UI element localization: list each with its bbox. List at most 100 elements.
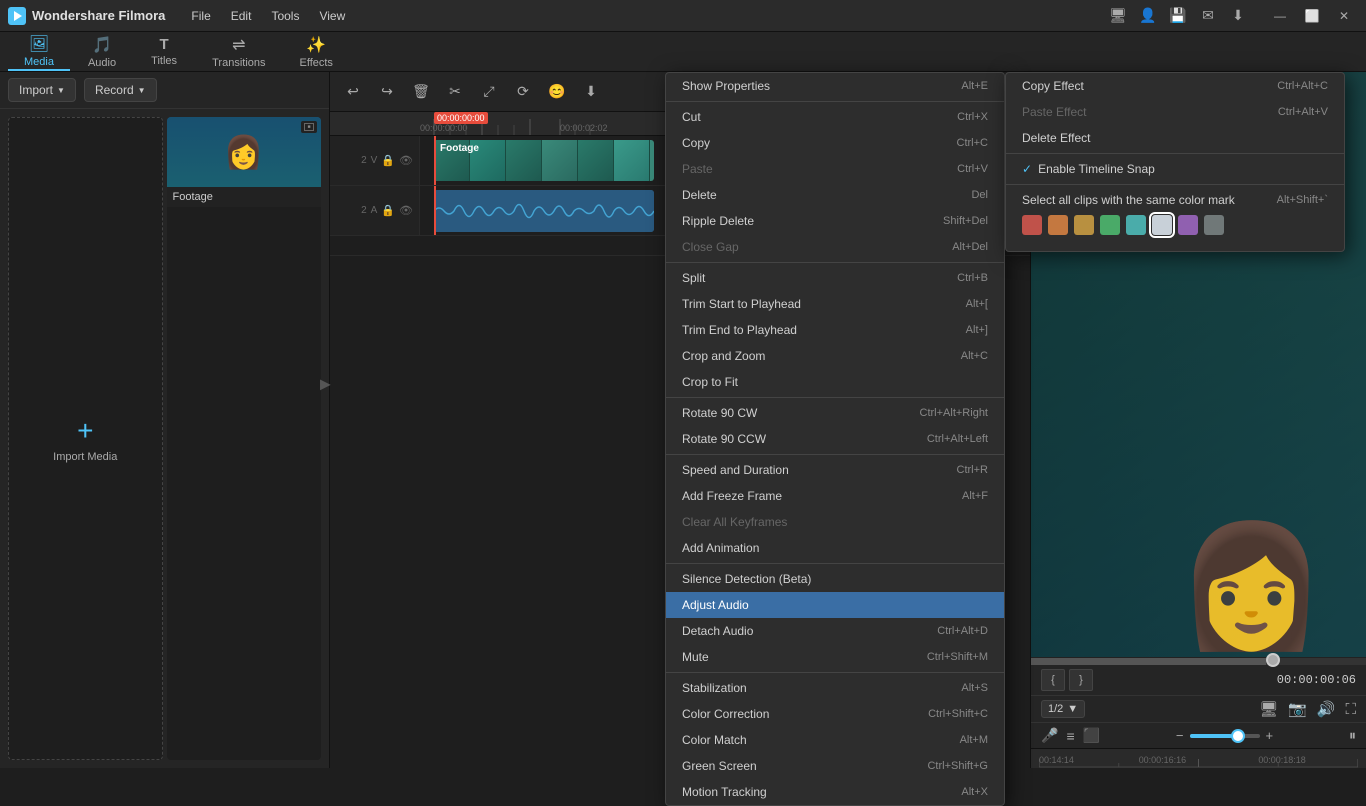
ctx-motion-tracking-shortcut: Alt+X bbox=[961, 786, 988, 798]
lock-icon[interactable]: 🔒 bbox=[381, 154, 395, 167]
swatch-teal[interactable] bbox=[1126, 215, 1146, 235]
swatch-white[interactable] bbox=[1152, 215, 1172, 235]
ctx-crop-fit[interactable]: Crop to Fit bbox=[666, 369, 1004, 395]
ctx-trim-start[interactable]: Trim Start to Playhead Alt+[ bbox=[666, 291, 1004, 317]
menu-edit[interactable]: Edit bbox=[221, 5, 262, 27]
volume-transport-icon[interactable]: 🔊 bbox=[1317, 700, 1336, 718]
swatch-purple[interactable] bbox=[1178, 215, 1198, 235]
swatch-orange[interactable] bbox=[1048, 215, 1068, 235]
menu-tools[interactable]: Tools bbox=[261, 5, 309, 27]
ctx-copy-effect[interactable]: Copy Effect Ctrl+Alt+C bbox=[1006, 73, 1344, 99]
tab-effects[interactable]: ✨ Effects bbox=[284, 32, 349, 71]
ctx-show-properties[interactable]: Show Properties Alt+E bbox=[666, 73, 1004, 99]
monitor-icon[interactable]: 🖥 bbox=[1108, 6, 1128, 26]
ctx-enable-snap[interactable]: ✓ Enable Timeline Snap bbox=[1006, 156, 1344, 182]
maximize-button[interactable]: ⬜ bbox=[1298, 2, 1326, 30]
delete-timeline-icon[interactable]: 🗑 bbox=[410, 81, 432, 103]
import-media-card[interactable]: + Import Media bbox=[8, 117, 163, 760]
ctx-stabilization-label: Stabilization bbox=[682, 681, 747, 695]
fullscreen-transport-icon[interactable]: ⛶ bbox=[1345, 701, 1356, 718]
rotate-timeline-icon[interactable]: ⟳ bbox=[512, 81, 534, 103]
panel-expand-icon[interactable]: ▶ bbox=[320, 376, 331, 393]
ctx-adjust-audio[interactable]: Adjust Audio bbox=[666, 592, 1004, 618]
ctx-cut[interactable]: Cut Ctrl+X bbox=[666, 104, 1004, 130]
ctx-delete[interactable]: Delete Del bbox=[666, 182, 1004, 208]
import-plus-icon: + bbox=[77, 415, 93, 447]
window-controls: — ⬜ ✕ bbox=[1266, 2, 1358, 30]
mail-icon[interactable]: ✉ bbox=[1198, 6, 1218, 26]
swatch-gray[interactable] bbox=[1204, 215, 1224, 235]
audio-tab-label: Audio bbox=[88, 57, 116, 69]
titles-tab-icon: T bbox=[160, 36, 169, 53]
import-button[interactable]: Import ▼ bbox=[8, 78, 76, 102]
ctx-split[interactable]: Split Ctrl+B bbox=[666, 265, 1004, 291]
tab-titles[interactable]: T Titles bbox=[134, 32, 194, 71]
volume-fill bbox=[1190, 734, 1232, 738]
swatch-yellow[interactable] bbox=[1074, 215, 1094, 235]
redo-icon[interactable]: ↪ bbox=[376, 81, 398, 103]
volume-plus-icon[interactable]: + bbox=[1266, 728, 1274, 743]
ctx-right-sep-2 bbox=[1006, 184, 1344, 185]
ctx-color-match[interactable]: Color Match Alt+M bbox=[666, 727, 1004, 753]
video-clip[interactable]: Footage bbox=[434, 140, 654, 181]
ctx-delete-effect[interactable]: Delete Effect bbox=[1006, 125, 1344, 151]
eye-icon[interactable]: 👁 bbox=[399, 154, 413, 167]
account-icon[interactable]: 👤 bbox=[1138, 6, 1158, 26]
ctx-trim-end[interactable]: Trim End to Playhead Alt+] bbox=[666, 317, 1004, 343]
volume-bar[interactable] bbox=[1190, 734, 1260, 738]
ctx-silence-detection[interactable]: Silence Detection (Beta) bbox=[666, 566, 1004, 592]
playhead-timecode: 00:00:00:00 bbox=[434, 112, 488, 124]
ctx-speed-duration[interactable]: Speed and Duration Ctrl+R bbox=[666, 457, 1004, 483]
menu-file[interactable]: File bbox=[181, 5, 220, 27]
mic-icon[interactable]: 🎤 bbox=[1041, 727, 1058, 744]
ctx-motion-tracking[interactable]: Motion Tracking Alt+X bbox=[666, 779, 1004, 805]
ctx-detach-audio[interactable]: Detach Audio Ctrl+Alt+D bbox=[666, 618, 1004, 644]
crop-timeline-icon[interactable]: ⤢ bbox=[478, 81, 500, 103]
bracket-out-button[interactable]: } bbox=[1069, 669, 1093, 691]
monitor-transport-icon[interactable]: 🖥 bbox=[1259, 700, 1278, 718]
download-icon[interactable]: ⬇ bbox=[1228, 6, 1248, 26]
ctx-sep-5 bbox=[666, 563, 1004, 564]
layers-icon[interactable]: ≡ bbox=[1066, 728, 1074, 744]
ctx-mute[interactable]: Mute Ctrl+Shift+M bbox=[666, 644, 1004, 670]
preview-progress-handle[interactable] bbox=[1266, 653, 1280, 667]
menu-view[interactable]: View bbox=[309, 5, 355, 27]
layout-icon[interactable]: ⬛ bbox=[1083, 727, 1100, 744]
audio-eye-icon[interactable]: 👁 bbox=[399, 204, 413, 217]
undo-icon[interactable]: ↩ bbox=[342, 81, 364, 103]
save-icon[interactable]: 💾 bbox=[1168, 6, 1188, 26]
ctx-rotate-ccw[interactable]: Rotate 90 CCW Ctrl+Alt+Left bbox=[666, 426, 1004, 452]
volume-handle[interactable] bbox=[1231, 729, 1245, 743]
swatch-red[interactable] bbox=[1022, 215, 1042, 235]
resolution-select[interactable]: 1/2 ▼ bbox=[1041, 700, 1085, 718]
ctx-green-screen[interactable]: Green Screen Ctrl+Shift+G bbox=[666, 753, 1004, 779]
ctx-stabilization[interactable]: Stabilization Alt+S bbox=[666, 675, 1004, 701]
ctx-crop-zoom[interactable]: Crop and Zoom Alt+C bbox=[666, 343, 1004, 369]
ctx-copy[interactable]: Copy Ctrl+C bbox=[666, 130, 1004, 156]
swatch-green[interactable] bbox=[1100, 215, 1120, 235]
bracket-in-button[interactable]: { bbox=[1041, 669, 1065, 691]
resolution-value: 1/2 bbox=[1048, 703, 1063, 715]
tab-audio[interactable]: 🎵 Audio bbox=[72, 32, 132, 71]
close-button[interactable]: ✕ bbox=[1330, 2, 1358, 30]
cut-timeline-icon[interactable]: ✂ bbox=[444, 81, 466, 103]
record-button[interactable]: Record ▼ bbox=[84, 78, 157, 102]
ctx-sep-1 bbox=[666, 101, 1004, 102]
ctx-select-color-mark[interactable]: Select all clips with the same color mar… bbox=[1006, 187, 1344, 251]
camera-transport-icon[interactable]: 📷 bbox=[1288, 700, 1307, 718]
minimize-button[interactable]: — bbox=[1266, 2, 1294, 30]
tab-media[interactable]: 🖼 Media bbox=[8, 32, 70, 71]
tab-transitions[interactable]: ⇌ Transitions bbox=[196, 32, 281, 71]
volume-minus-icon[interactable]: − bbox=[1176, 728, 1184, 743]
emoji-timeline-icon[interactable]: 😊 bbox=[546, 81, 568, 103]
audio-lock-icon[interactable]: 🔒 bbox=[381, 204, 395, 217]
footage-card[interactable]: 👩 ■ Footage bbox=[167, 117, 322, 760]
ctx-rotate-cw[interactable]: Rotate 90 CW Ctrl+Alt+Right bbox=[666, 400, 1004, 426]
ctx-add-animation[interactable]: Add Animation bbox=[666, 535, 1004, 561]
pause-icon[interactable]: ⏸ bbox=[1349, 727, 1356, 744]
export-timeline-icon[interactable]: ⬇ bbox=[580, 81, 602, 103]
ctx-freeze-frame[interactable]: Add Freeze Frame Alt+F bbox=[666, 483, 1004, 509]
preview-scrubber[interactable] bbox=[1031, 657, 1366, 665]
ctx-ripple-delete[interactable]: Ripple Delete Shift+Del bbox=[666, 208, 1004, 234]
ctx-color-correction[interactable]: Color Correction Ctrl+Shift+C bbox=[666, 701, 1004, 727]
